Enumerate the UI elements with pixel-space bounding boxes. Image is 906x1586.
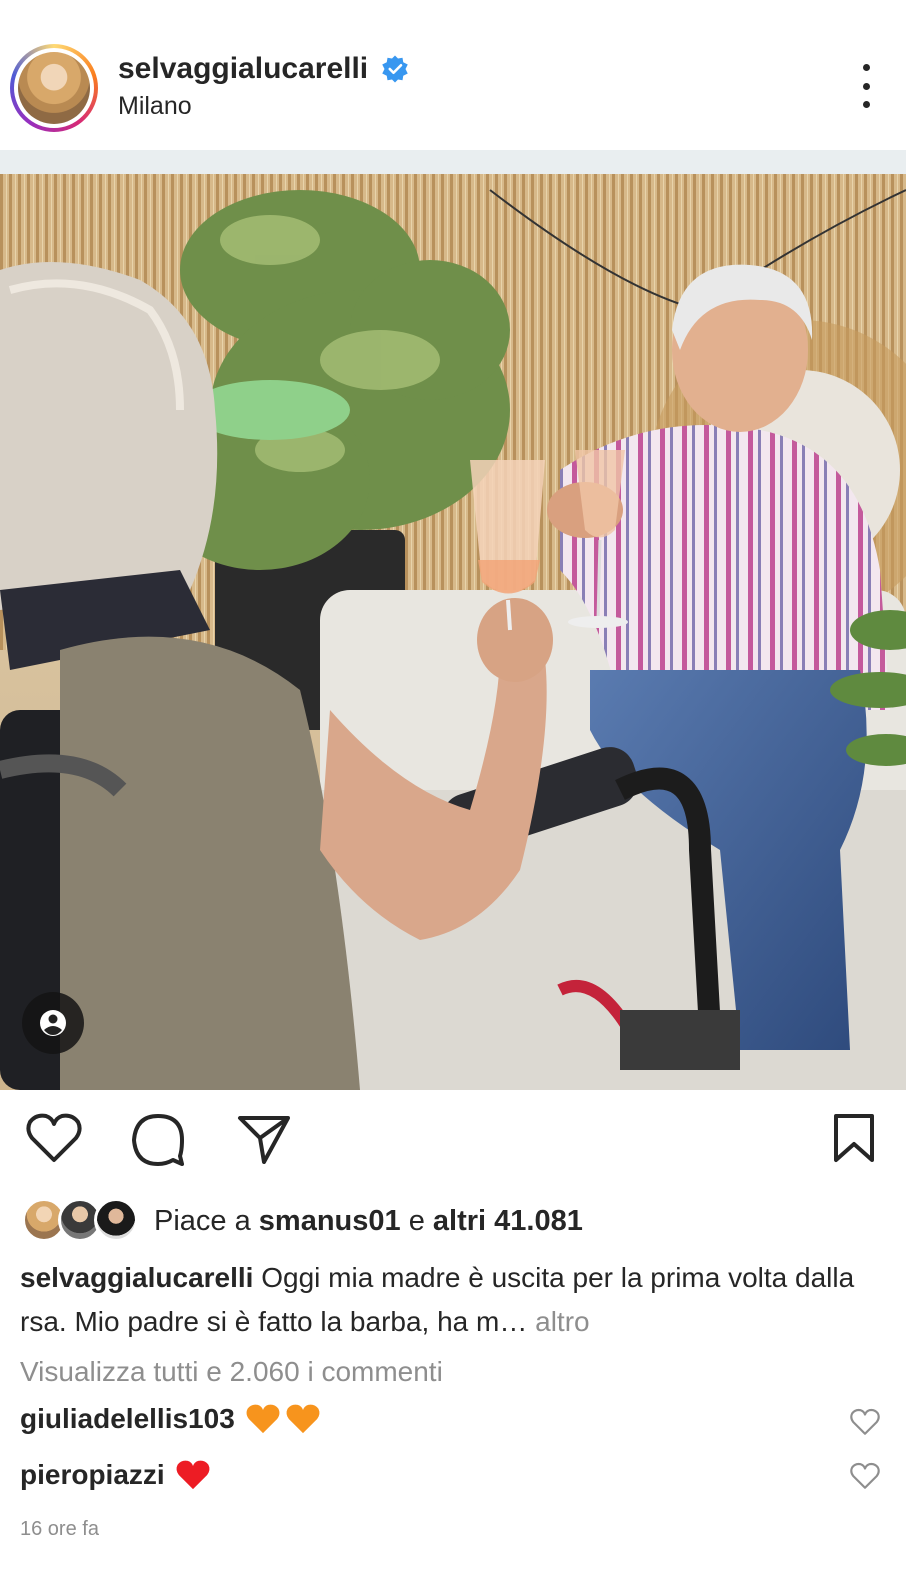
orange-heart-icon bbox=[286, 1404, 320, 1434]
orange-heart-icon bbox=[246, 1404, 280, 1434]
liker-username[interactable]: smanus01 bbox=[259, 1205, 401, 1237]
verified-badge-icon bbox=[382, 55, 408, 83]
liker-avatar bbox=[94, 1198, 138, 1242]
comment-username[interactable]: pieropiazzi bbox=[20, 1459, 165, 1491]
profile-avatar[interactable] bbox=[10, 44, 98, 132]
liker-avatars bbox=[22, 1198, 138, 1244]
comment-icon[interactable] bbox=[130, 1112, 186, 1168]
post-actions bbox=[0, 1100, 906, 1180]
more-options-icon[interactable] bbox=[856, 64, 876, 108]
caption-more-link[interactable]: altro bbox=[535, 1306, 589, 1337]
post-username[interactable]: selvaggialucarelli bbox=[118, 52, 368, 86]
post-header: selvaggialucarelli Milano bbox=[0, 0, 906, 150]
likes-text: Piace a smanus01 e altri 41.081 bbox=[154, 1204, 583, 1237]
user-tag-icon bbox=[40, 1010, 66, 1036]
post-caption: selvaggialucarelli Oggi mia madre è usci… bbox=[20, 1256, 886, 1344]
send-icon[interactable] bbox=[236, 1112, 292, 1164]
comment-item: giuliadelellis103 bbox=[20, 1402, 321, 1436]
post-timestamp: 16 ore fa bbox=[20, 1518, 99, 1540]
post-photo[interactable] bbox=[0, 150, 906, 1090]
comment-item: pieropiazzi bbox=[20, 1458, 211, 1492]
post-location[interactable]: Milano bbox=[118, 92, 192, 121]
comment-username[interactable]: giuliadelellis103 bbox=[20, 1403, 235, 1435]
bookmark-icon[interactable] bbox=[832, 1112, 876, 1164]
comment-like-icon[interactable] bbox=[850, 1462, 880, 1490]
user-tag-button[interactable] bbox=[22, 992, 84, 1054]
view-all-comments-link[interactable]: Visualizza tutti e 2.060 i commenti bbox=[20, 1356, 443, 1388]
comment-text bbox=[245, 1402, 321, 1436]
heart-icon[interactable] bbox=[26, 1112, 82, 1164]
avatar-image bbox=[18, 52, 90, 124]
likes-count[interactable]: altri 41.081 bbox=[433, 1205, 583, 1237]
likes-row[interactable]: Piace a smanus01 e altri 41.081 bbox=[22, 1198, 583, 1244]
caption-username[interactable]: selvaggialucarelli bbox=[20, 1262, 253, 1293]
red-heart-icon bbox=[176, 1460, 210, 1490]
comment-like-icon[interactable] bbox=[850, 1408, 880, 1436]
comment-text bbox=[175, 1458, 211, 1492]
